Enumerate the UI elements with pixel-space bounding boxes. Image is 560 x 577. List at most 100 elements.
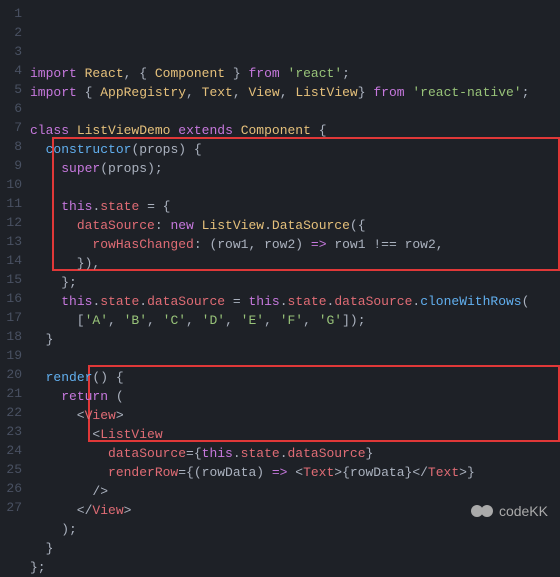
token-punc: { <box>77 85 100 100</box>
token-punc: }), <box>30 256 100 271</box>
token-param: rowData <box>202 465 257 480</box>
token-punc: . <box>139 294 147 309</box>
code-line <box>30 349 560 368</box>
code-line: renderRow={(rowData) => <Text>{rowData}<… <box>30 463 560 482</box>
token-punc: >{ <box>334 465 350 480</box>
code-area[interactable]: import React, { Component } from 'react'… <box>30 0 560 530</box>
token-punc <box>30 294 61 309</box>
watermark-text: codeKK <box>499 503 548 519</box>
line-number: 26 <box>4 479 22 498</box>
token-punc: < <box>30 408 85 423</box>
line-number: 5 <box>4 80 22 99</box>
token-punc: ( <box>108 389 124 404</box>
code-line: }; <box>30 273 560 292</box>
token-punc: ={( <box>178 465 201 480</box>
code-line: this.state.dataSource = this.state.dataS… <box>30 292 560 311</box>
token-prop: dataSource <box>77 218 155 233</box>
code-line: } <box>30 539 560 558</box>
code-line: } <box>30 330 560 349</box>
token-prop: state <box>100 294 139 309</box>
token-punc <box>30 389 61 404</box>
token-punc: } <box>30 541 53 556</box>
token-punc: . <box>280 294 288 309</box>
token-kw: from <box>373 85 404 100</box>
token-punc: </ <box>30 503 92 518</box>
token-punc <box>280 66 288 81</box>
code-line: super(props); <box>30 159 560 178</box>
token-punc: , <box>303 313 319 328</box>
token-cls: DataSource <box>272 218 350 233</box>
code-line: import React, { Component } from 'react'… <box>30 64 560 83</box>
token-punc: [ <box>30 313 85 328</box>
code-line: dataSource: new ListView.DataSource({ <box>30 216 560 235</box>
token-str: 'react-native' <box>412 85 521 100</box>
code-line: <ListView <box>30 425 560 444</box>
token-prop: state <box>241 446 280 461</box>
code-line: }; <box>30 558 560 577</box>
token-punc: : <box>155 218 171 233</box>
line-number: 12 <box>4 213 22 232</box>
token-str: 'D' <box>202 313 225 328</box>
token-punc: }; <box>30 275 77 290</box>
token-kw: new <box>170 218 193 233</box>
line-number: 13 <box>4 232 22 251</box>
token-fn: cloneWithRows <box>420 294 521 309</box>
line-number: 16 <box>4 289 22 308</box>
watermark: codeKK <box>471 502 548 520</box>
code-editor: 1234567891011121314151617181920212223242… <box>0 0 560 530</box>
line-number: 3 <box>4 42 22 61</box>
line-number: 4 <box>4 61 22 80</box>
line-number: 21 <box>4 384 22 403</box>
line-number: 11 <box>4 194 22 213</box>
line-number: 7 <box>4 118 22 137</box>
token-kw: super <box>61 161 100 176</box>
token-punc <box>30 370 46 385</box>
token-str: 'react' <box>288 66 343 81</box>
token-punc <box>30 142 46 157</box>
line-number: 23 <box>4 422 22 441</box>
line-number-gutter: 1234567891011121314151617181920212223242… <box>0 0 30 530</box>
token-punc: }</ <box>405 465 428 480</box>
token-punc: ) <box>256 465 272 480</box>
code-line: this.state = { <box>30 197 560 216</box>
token-param: row1 <box>334 237 365 252</box>
token-punc: } <box>366 446 374 461</box>
token-prop: rowHasChanged <box>92 237 193 252</box>
token-str: 'F' <box>280 313 303 328</box>
token-kw: this <box>202 446 233 461</box>
token-punc: , <box>248 237 264 252</box>
token-punc: } <box>30 332 53 347</box>
token-cls: AppRegistry <box>100 85 186 100</box>
line-number: 10 <box>4 175 22 194</box>
token-punc: , <box>233 85 249 100</box>
token-punc: = { <box>139 199 170 214</box>
token-kw: class <box>30 123 69 138</box>
line-number: 8 <box>4 137 22 156</box>
token-kw: import <box>30 85 77 100</box>
code-line: rowHasChanged: (row1, row2) => row1 !== … <box>30 235 560 254</box>
code-line: /> <box>30 482 560 501</box>
token-prop: state <box>288 294 327 309</box>
token-punc: /> <box>30 484 108 499</box>
token-cls: ListView <box>295 85 357 100</box>
code-line: <View> <box>30 406 560 425</box>
token-punc <box>30 161 61 176</box>
token-punc: } <box>358 85 374 100</box>
token-punc <box>233 123 241 138</box>
token-punc <box>69 123 77 138</box>
token-fn: constructor <box>46 142 132 157</box>
token-punc: < <box>30 427 100 442</box>
token-tag: Text <box>428 465 459 480</box>
token-param: props <box>139 142 178 157</box>
line-number: 14 <box>4 251 22 270</box>
token-punc: () { <box>92 370 123 385</box>
token-punc: , <box>225 313 241 328</box>
token-punc: { <box>311 123 327 138</box>
token-punc: . <box>233 446 241 461</box>
token-cls: Component <box>155 66 225 81</box>
token-punc: , <box>280 85 296 100</box>
token-fn: render <box>46 370 93 385</box>
token-punc: } <box>225 66 248 81</box>
token-punc: , <box>186 85 202 100</box>
token-punc: . <box>280 446 288 461</box>
